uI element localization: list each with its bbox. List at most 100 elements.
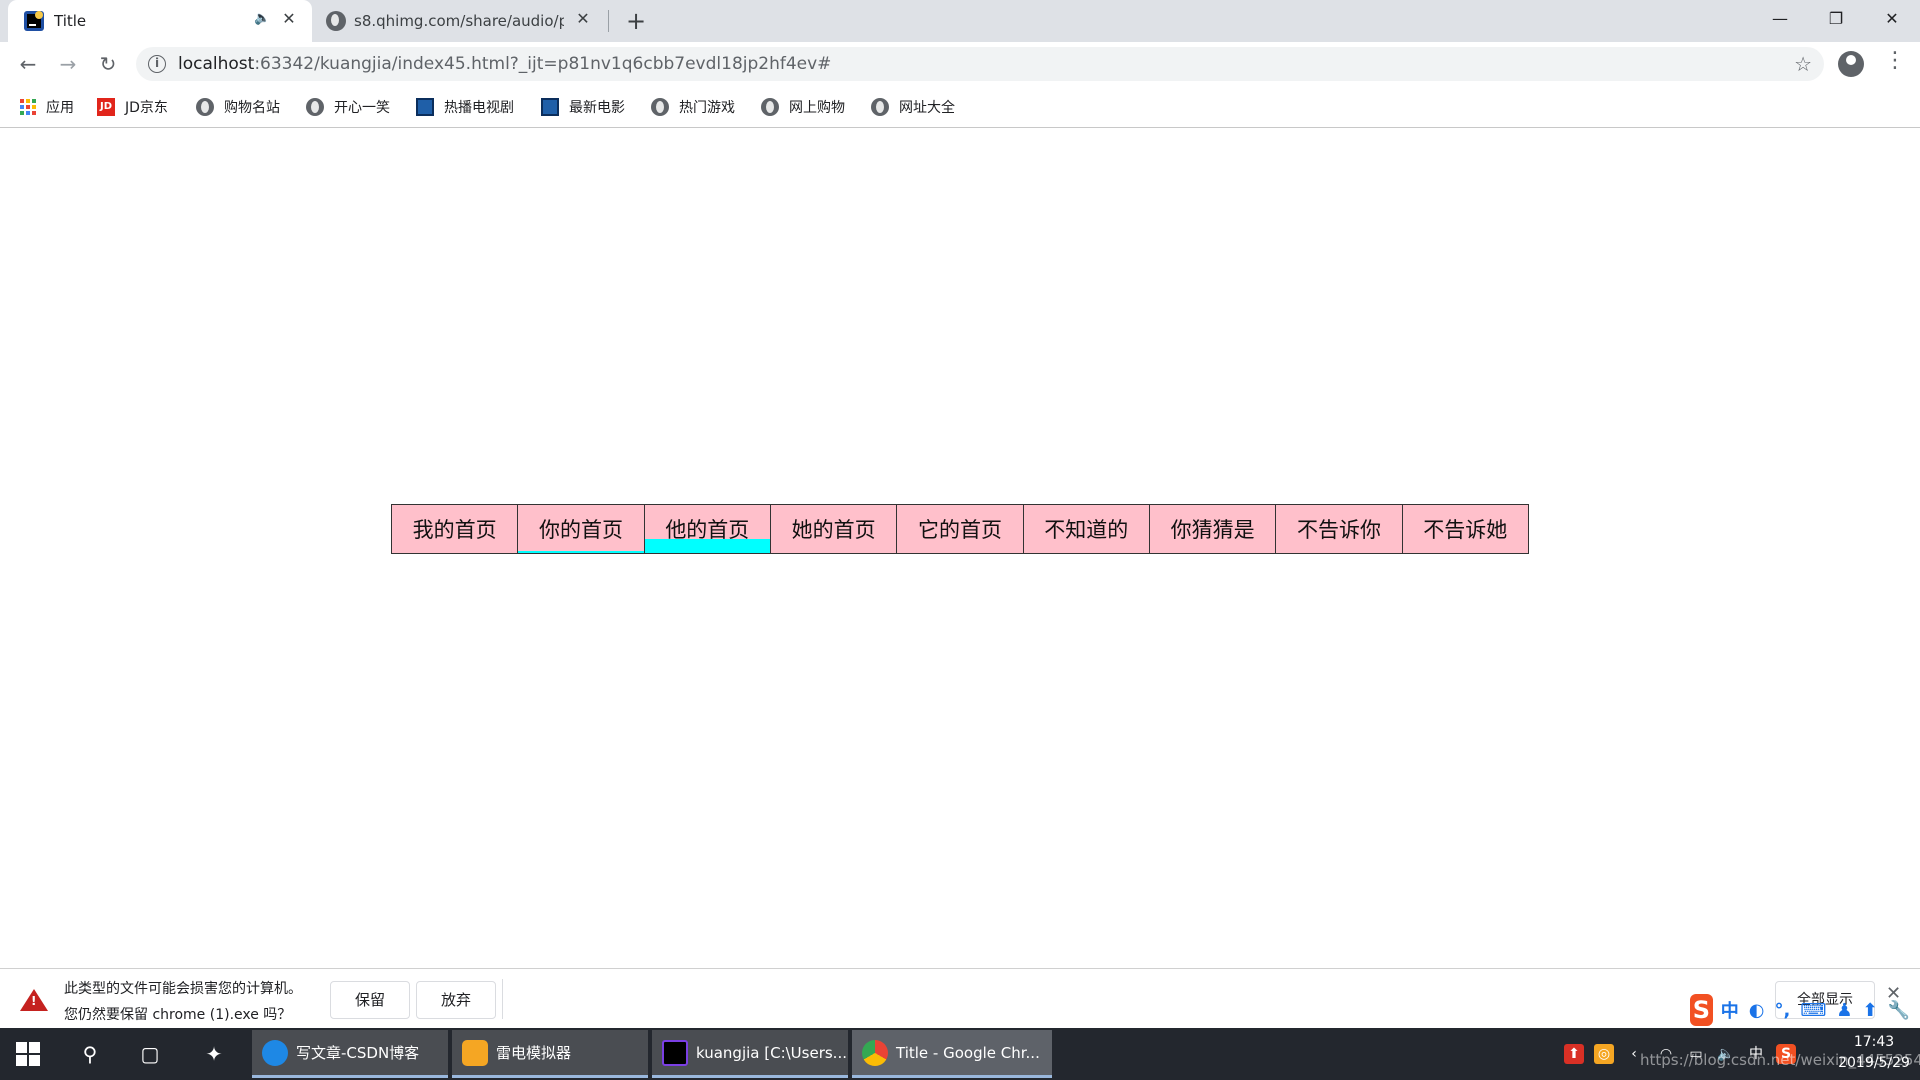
bookmark-tv-series[interactable]: 热播电视剧 xyxy=(416,95,514,119)
globe-icon xyxy=(651,98,669,116)
nav-label: 你猜猜是 xyxy=(1170,518,1255,542)
divider xyxy=(502,979,503,1019)
bookmark-jd[interactable]: JD JD京东 xyxy=(97,95,168,119)
nav-item-unknown[interactable]: 不知道的 xyxy=(1023,505,1150,553)
restore-button[interactable]: ❐ xyxy=(1808,0,1864,38)
info-icon[interactable]: i xyxy=(148,55,166,73)
tab-active[interactable]: Title 🔈 ✕ xyxy=(8,0,312,42)
globe-icon xyxy=(306,98,324,116)
forward-arrow-icon[interactable]: → xyxy=(54,50,82,78)
ime-halfwidth-icon[interactable]: ◐ xyxy=(1749,1000,1765,1021)
nav-item-not-telling-you[interactable]: 不告诉你 xyxy=(1276,505,1403,553)
ldplayer-icon xyxy=(462,1039,488,1066)
bookmark-apps[interactable]: 应用 xyxy=(20,95,74,119)
nav-item-its-home[interactable]: 它的首页 xyxy=(897,505,1024,553)
windows-taskbar: ⚲ ▢ ✦ 写文章-CSDN博客 雷电模拟器 kuangjia [C:\User… xyxy=(0,1028,1920,1080)
windows-start-icon[interactable] xyxy=(16,1042,40,1066)
bookmark-label: 网址大全 xyxy=(899,100,955,116)
task-label: kuangjia [C:\Users... xyxy=(696,1043,847,1062)
close-window-button[interactable]: ✕ xyxy=(1864,0,1920,38)
close-tab-icon[interactable]: ✕ xyxy=(278,8,300,30)
bookmark-label: 热门游戏 xyxy=(679,100,735,116)
taskbar-csdn[interactable]: 写文章-CSDN博客 xyxy=(252,1030,448,1078)
webstorm-favicon-icon xyxy=(24,11,44,31)
reload-icon[interactable]: ↻ xyxy=(94,50,122,78)
profile-icon[interactable] xyxy=(1838,51,1864,77)
tray-ldplayer-icon[interactable]: ◎ xyxy=(1594,1044,1614,1064)
download-warning-text: 此类型的文件可能会损害您的计算机。 xyxy=(64,981,302,997)
globe-icon xyxy=(326,11,346,31)
bookmark-movies[interactable]: 最新电影 xyxy=(541,95,625,119)
nav-item-not-telling-her[interactable]: 不告诉她 xyxy=(1402,505,1528,553)
download-bar: 此类型的文件可能会损害您的计算机。 您仍然要保留 chrome (1).exe … xyxy=(0,968,1920,1028)
task-label: 雷电模拟器 xyxy=(496,1044,572,1062)
ime-tools-icon[interactable]: 🔧 xyxy=(1888,1000,1910,1021)
bookmark-label: 开心一笑 xyxy=(334,100,390,116)
bookmark-games[interactable]: 热门游戏 xyxy=(651,95,735,119)
taskbar-chrome[interactable]: Title - Google Chr... xyxy=(852,1030,1052,1078)
minimize-button[interactable]: — xyxy=(1752,0,1808,38)
bookmark-shopping-sites[interactable]: 购物名站 xyxy=(196,95,280,119)
nav-label: 她的首页 xyxy=(791,518,876,542)
address-bar[interactable]: i localhost:63342/kuangjia/index45.html?… xyxy=(136,47,1824,81)
close-tab-icon[interactable]: ✕ xyxy=(572,8,594,30)
nav-label: 它的首页 xyxy=(917,518,1002,542)
bookmark-label: 购物名站 xyxy=(224,100,280,116)
nav-item-your-home[interactable]: 你的首页 xyxy=(518,505,645,553)
url-host: localhost xyxy=(178,54,255,74)
hover-fill xyxy=(518,550,644,553)
ime-keyboard-icon[interactable]: ⌨ xyxy=(1800,1000,1826,1021)
nav-item-her-home[interactable]: 她的首页 xyxy=(770,505,898,553)
nav-menu: 我的首页 你的首页 他的首页 她的首页 它的首页 不知道的 你猜猜是 不告诉你 … xyxy=(391,504,1529,554)
back-arrow-icon[interactable]: ← xyxy=(14,50,42,78)
bookmark-label: 最新电影 xyxy=(569,100,625,116)
ime-chinese-mode[interactable]: 中 xyxy=(1721,997,1739,1023)
film-icon xyxy=(541,98,559,116)
nav-label: 不告诉她 xyxy=(1423,518,1508,542)
taskbar-ldplayer[interactable]: 雷电模拟器 xyxy=(452,1030,648,1078)
tab-strip: Title 🔈 ✕ s8.qhimg.com/share/audio/pi ✕ … xyxy=(0,0,1920,42)
new-tab-button[interactable]: + xyxy=(622,7,650,35)
clock-time: 17:43 xyxy=(1853,1034,1895,1050)
globe-icon xyxy=(196,98,214,116)
screen: Title 🔈 ✕ s8.qhimg.com/share/audio/pi ✕ … xyxy=(0,0,1920,1080)
nav-item-my-home[interactable]: 我的首页 xyxy=(392,505,519,553)
menu-kebab-icon[interactable]: ⋮ xyxy=(1884,48,1906,73)
tab-divider xyxy=(608,10,609,32)
bookmark-label: 热播电视剧 xyxy=(444,100,514,116)
browser-toolbar: ← → ↻ i localhost:63342/kuangjia/index45… xyxy=(0,42,1920,86)
ime-upload-icon[interactable]: ⬆ xyxy=(1862,1000,1877,1021)
bookmark-online-shopping[interactable]: 网上购物 xyxy=(761,95,845,119)
nav-label: 我的首页 xyxy=(412,518,497,542)
globe-icon xyxy=(871,98,889,116)
nav-label: 你的首页 xyxy=(538,518,623,542)
task-label: Title - Google Chr... xyxy=(896,1043,1040,1062)
bookmark-label: 应用 xyxy=(46,100,74,116)
search-icon[interactable]: ⚲ xyxy=(76,1040,104,1068)
taskbar-webstorm[interactable]: kuangjia [C:\Users... xyxy=(652,1030,848,1078)
bookmark-jokes[interactable]: 开心一笑 xyxy=(306,95,390,119)
task-view-icon[interactable]: ▢ xyxy=(136,1040,164,1068)
tab-inactive[interactable]: s8.qhimg.com/share/audio/pi ✕ xyxy=(316,0,606,42)
bookmark-star-icon[interactable]: ☆ xyxy=(1794,52,1812,76)
tray-app-icon[interactable]: ⬆ xyxy=(1564,1044,1584,1064)
keep-button[interactable]: 保留 xyxy=(330,981,410,1019)
tab-title: Title xyxy=(54,12,87,30)
csdn-browser-icon xyxy=(262,1039,288,1066)
ime-punctuation-icon[interactable]: °, xyxy=(1775,1000,1791,1021)
nav-label: 不告诉你 xyxy=(1296,518,1381,542)
ime-skin-icon[interactable]: ♟ xyxy=(1836,1000,1852,1021)
app-pinned-icon[interactable]: ✦ xyxy=(200,1040,228,1068)
speaker-icon[interactable]: 🔈 xyxy=(254,11,270,26)
bookmark-label: 网上购物 xyxy=(789,100,845,116)
bookmark-site-directory[interactable]: 网址大全 xyxy=(871,95,955,119)
sogou-logo-icon[interactable]: S xyxy=(1690,994,1713,1026)
apps-grid-icon xyxy=(20,99,36,115)
nav-item-guess[interactable]: 你猜猜是 xyxy=(1149,505,1277,553)
task-label: 写文章-CSDN博客 xyxy=(296,1044,420,1062)
ime-toolbar: S 中 ◐ °, ⌨ ♟ ⬆ 🔧 xyxy=(1690,992,1920,1028)
url-text[interactable]: localhost:63342/kuangjia/index45.html?_i… xyxy=(178,54,831,74)
discard-button[interactable]: 放弃 xyxy=(416,981,496,1019)
nav-item-his-home[interactable]: 他的首页 xyxy=(644,505,771,553)
bookmark-label: JD京东 xyxy=(125,100,168,116)
